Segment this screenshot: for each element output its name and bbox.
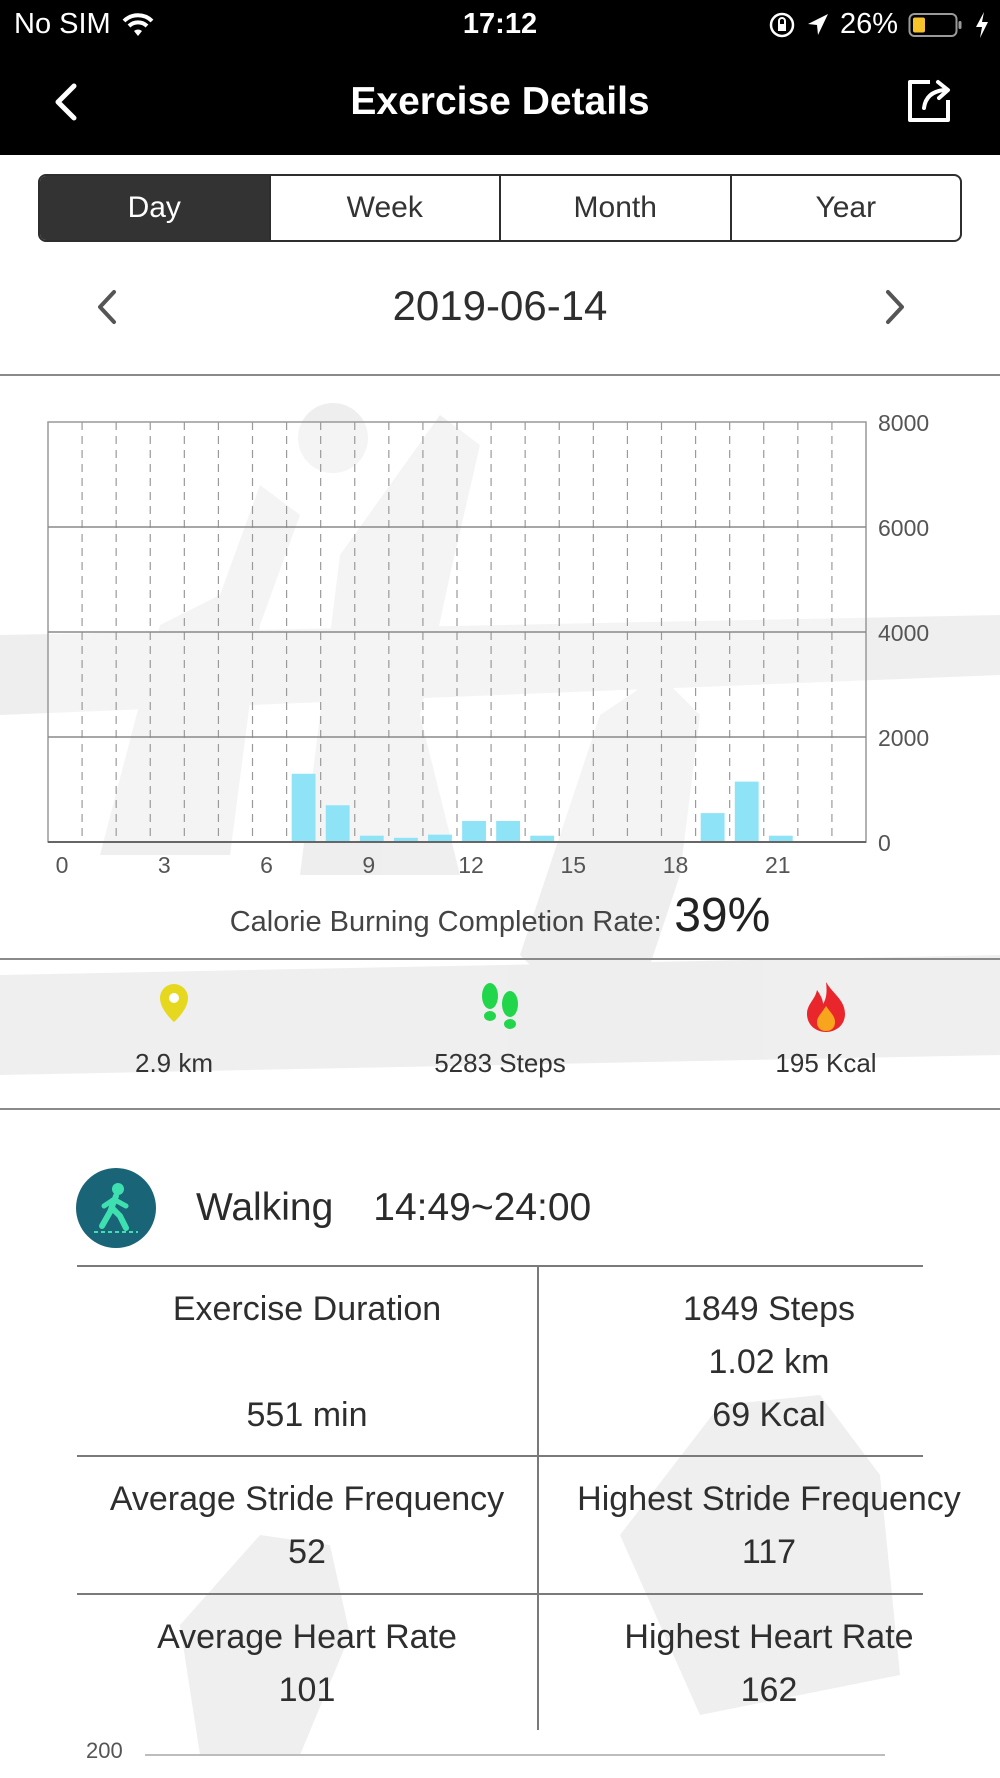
heart-rate-gridline — [145, 1754, 885, 1756]
distance-stat: 2.9 km — [24, 980, 324, 1079]
charging-bolt-icon — [976, 11, 988, 38]
max-stride-label: Highest Stride Frequency — [577, 1480, 961, 1518]
distance-value: 2.9 km — [134, 1048, 214, 1078]
bar-hour-11 — [428, 834, 452, 842]
row-divider — [77, 1455, 923, 1457]
completion-rate: Calorie Burning Completion Rate: 39% — [0, 888, 1000, 943]
next-day-icon[interactable] — [876, 284, 912, 330]
avg-heart-rate-value: 101 — [278, 1671, 336, 1709]
x-tick-label: 3 — [158, 852, 171, 878]
session-time-range: 14:49~24:00 — [373, 1186, 592, 1229]
x-tick-label: 18 — [663, 852, 689, 878]
period-tabs: Day Week Month Year — [38, 174, 962, 242]
bar-hour-7 — [291, 773, 316, 842]
bar-hour-12 — [462, 821, 486, 842]
row-divider — [77, 1265, 923, 1267]
footprints-icon — [482, 983, 518, 1029]
session-calories: 69 Kcal — [712, 1396, 826, 1434]
max-stride-value: 117 — [741, 1533, 797, 1571]
avg-stride-label: Average Stride Frequency — [109, 1480, 505, 1518]
x-tick-label: 6 — [260, 852, 273, 878]
bar-hour-8 — [325, 805, 350, 842]
y-tick-label: 0 — [878, 830, 891, 856]
date-navigator: 2019-06-14 — [0, 272, 1000, 342]
max-heart-rate-value: 162 — [740, 1671, 798, 1709]
exercise-duration-label: Exercise Duration — [172, 1290, 442, 1328]
y-tick-label: 8000 — [878, 410, 929, 436]
y-tick-label: 2000 — [878, 725, 929, 751]
nav-bar: Exercise Details — [0, 50, 1000, 155]
avg-heart-rate-label: Average Heart Rate — [157, 1618, 457, 1656]
tab-week[interactable]: Week — [268, 176, 500, 240]
location-arrow-icon — [807, 13, 828, 35]
divider — [0, 958, 1000, 960]
battery-icon — [908, 12, 962, 37]
steps-value: 5283 Steps — [434, 1048, 566, 1078]
row-divider — [77, 1593, 923, 1595]
max-heart-rate-label: Highest Heart Rate — [624, 1618, 914, 1656]
tab-month[interactable]: Month — [499, 176, 730, 240]
session-type: Walking — [196, 1186, 334, 1229]
calories-value: 195 Kcal — [775, 1048, 877, 1078]
current-date: 2019-06-14 — [392, 282, 608, 329]
heart-rate-axis-tick: 200 — [86, 1738, 123, 1763]
steps-stat: 5283 Steps — [350, 980, 650, 1079]
bar-hour-19 — [700, 813, 725, 842]
divider — [0, 1108, 1000, 1110]
session-steps: 1849 Steps — [682, 1290, 856, 1328]
bar-hour-13 — [496, 821, 521, 842]
completion-rate-label: Calorie Burning Completion Rate: — [229, 906, 662, 938]
exercise-duration-value: 551 min — [246, 1396, 368, 1434]
x-tick-label: 15 — [560, 852, 586, 878]
x-tick-label: 9 — [362, 852, 375, 878]
x-tick-label: 12 — [458, 852, 484, 878]
divider — [0, 374, 1000, 376]
y-tick-label: 4000 — [878, 620, 929, 646]
tab-day[interactable]: Day — [40, 176, 269, 240]
battery-percent: 26% — [839, 8, 898, 40]
bar-hour-20 — [734, 781, 759, 842]
page-title: Exercise Details — [350, 80, 650, 123]
tab-year[interactable]: Year — [729, 176, 961, 240]
share-icon[interactable] — [904, 74, 956, 126]
session-distance: 1.02 km — [708, 1343, 830, 1381]
rotation-lock-icon — [769, 12, 795, 37]
walking-icon — [76, 1168, 156, 1248]
session-header[interactable]: Walking 14:49~24:00 — [76, 1168, 591, 1248]
flame-icon — [807, 982, 845, 1032]
location-pin-icon — [160, 984, 188, 1022]
hourly-bar-chart: 0 2000 4000 6000 8000 0 3 6 9 12 15 18 21 — [47, 410, 929, 878]
x-tick-label: 21 — [765, 852, 791, 878]
calories-stat: 195 Kcal — [676, 980, 976, 1079]
completion-rate-value: 39% — [674, 889, 771, 942]
y-tick-label: 6000 — [878, 515, 929, 541]
avg-stride-value: 52 — [288, 1533, 326, 1571]
x-tick-label: 0 — [56, 852, 69, 878]
status-bar: No SIM 17:12 26% — [0, 0, 1000, 50]
